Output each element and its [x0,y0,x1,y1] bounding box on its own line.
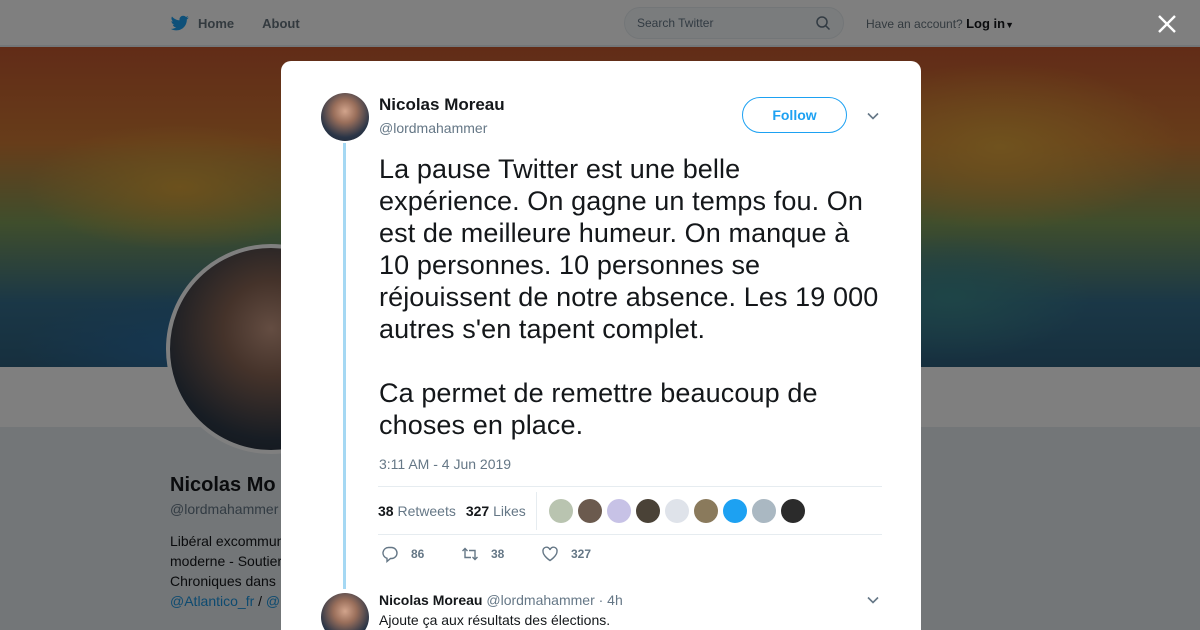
liker-avatar[interactable] [577,498,602,523]
tweet-modal: Nicolas Moreau @lordmahammer Follow La p… [281,61,921,630]
reply-author-name[interactable]: Nicolas Moreau [379,592,482,608]
like-button[interactable]: 327 [541,545,621,563]
retweet-count: 38 [491,547,505,561]
likes-count: 327 [465,502,490,519]
tweet-timestamp[interactable]: 3:11 AM - 4 Jun 2019 [379,456,511,472]
liker-avatar[interactable] [751,498,776,523]
heart-icon [542,546,558,562]
reply-count: 86 [411,547,425,561]
liker-avatar[interactable] [722,498,747,523]
liker-avatar[interactable] [780,498,805,523]
retweet-button[interactable]: 38 [461,545,541,563]
chevron-down-icon[interactable] [866,593,880,607]
like-count: 327 [571,547,592,561]
tweet-author-name[interactable]: Nicolas Moreau [379,95,505,115]
likes-stat[interactable]: 327 Likes [466,503,526,519]
chevron-down-icon[interactable] [866,109,880,123]
reply-author-avatar[interactable] [321,593,369,630]
reply-time[interactable]: · 4h [599,592,623,608]
liker-avatar[interactable] [635,498,660,523]
liker-avatar[interactable] [693,498,718,523]
retweets-label: Retweets [397,502,456,519]
retweets-count: 38 [378,502,394,519]
tweet-stats: 38 Retweets 327 Likes [378,486,882,535]
likers-avatars [548,498,805,523]
reply-icon [382,546,398,563]
stats-divider [535,491,537,530]
tweet-text: La pause Twitter est une belle expérienc… [379,154,879,440]
tweet-actions: 86 38 327 [381,545,621,563]
tweet-author-handle[interactable]: @lordmahammer [379,120,505,136]
follow-button[interactable]: Follow [742,97,847,133]
tweet-author-avatar[interactable] [321,93,369,141]
reply-header: Nicolas Moreau @lordmahammer · 4h [379,592,623,608]
liker-avatar[interactable] [548,498,573,523]
tweet-author: Nicolas Moreau @lordmahammer [379,95,505,136]
reply-author-handle[interactable]: @lordmahammer [486,592,594,608]
likes-label: Likes [493,502,526,519]
reply-button[interactable]: 86 [381,545,461,563]
retweet-icon [462,547,478,561]
close-icon[interactable] [1155,12,1179,36]
thread-line [343,143,346,589]
retweets-stat[interactable]: 38 Retweets [378,503,456,519]
liker-avatar[interactable] [606,498,631,523]
liker-avatar[interactable] [664,498,689,523]
reply-text: Ajoute ça aux résultats des élections. [379,612,611,628]
